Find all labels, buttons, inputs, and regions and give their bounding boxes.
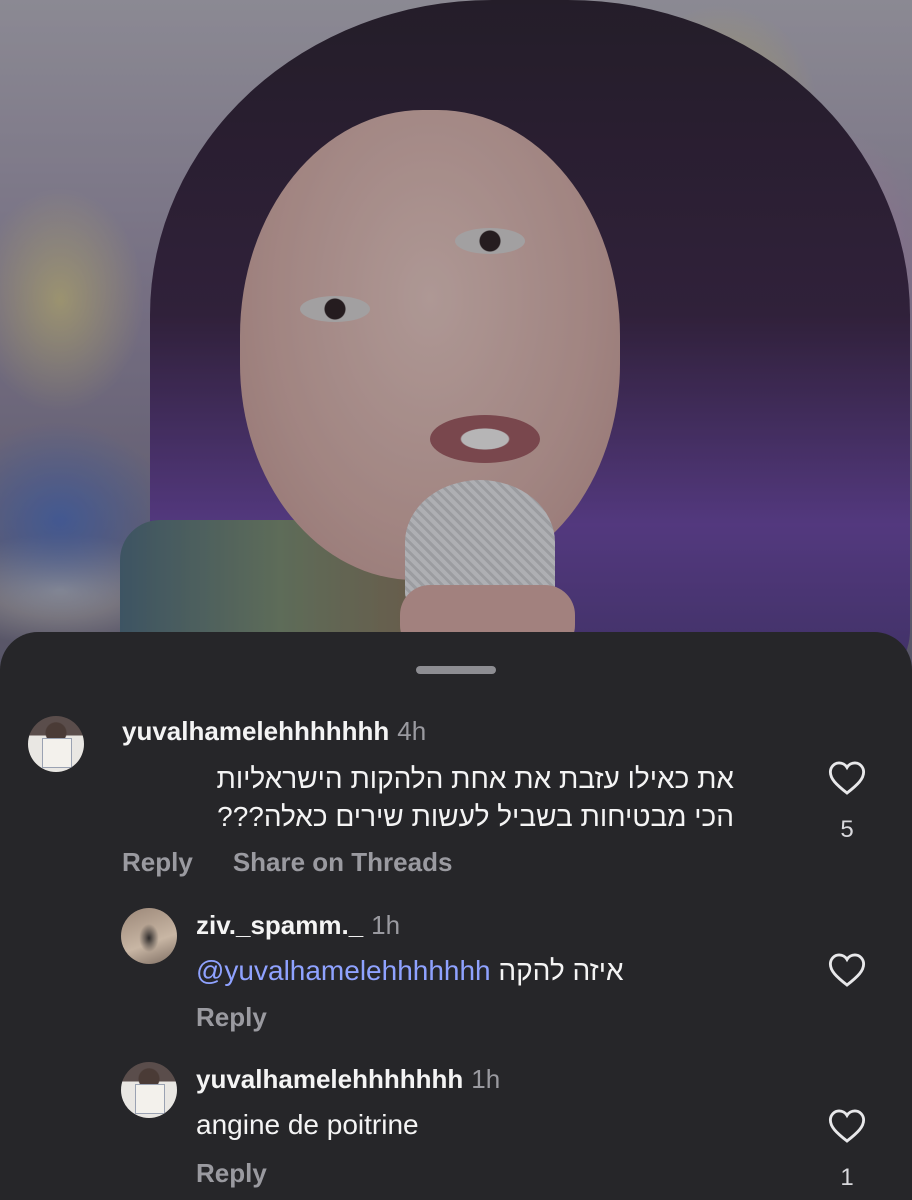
heart-outline-icon[interactable] (828, 760, 866, 796)
comment-username[interactable]: ziv._spamm._ 1h (196, 910, 400, 941)
comment-text: angine de poitrine (196, 1109, 419, 1140)
comment-text-line-1: את כאילו עזבת את אחת הלהקות הישראליות (216, 763, 735, 794)
mention-link[interactable]: @yuvalhamelehhhhhhh (196, 955, 491, 986)
heart-outline-icon[interactable] (828, 1108, 866, 1144)
video-dim-overlay (0, 0, 912, 680)
comments-sheet: yuvalhamelehhhhhhh 4h את כאילו עזבת את אח… (0, 632, 912, 1200)
avatar[interactable] (121, 908, 177, 964)
comment-text-line-2: הכי מבטיחות בשביל לעשות שירים כאלה??? (217, 801, 734, 832)
reply-button[interactable]: Reply (196, 1002, 267, 1032)
like-count: 1 (840, 1164, 854, 1191)
like-count: 5 (840, 816, 854, 843)
comment-time: 1h (371, 910, 401, 940)
comment-actions: Reply Share on Threads (122, 847, 492, 878)
sheet-drag-handle[interactable] (416, 666, 496, 674)
avatar-image (135, 1084, 165, 1114)
comment-username[interactable]: yuvalhamelehhhhhhh 4h (122, 716, 426, 747)
comment-time: 1h (471, 1064, 501, 1094)
reply-button[interactable]: Reply (122, 847, 193, 877)
comment-text-body: איזה להקה (498, 955, 624, 986)
comment-username[interactable]: yuvalhamelehhhhhhh 1h (196, 1064, 500, 1095)
username-text[interactable]: yuvalhamelehhhhhhh (122, 716, 389, 746)
heart-outline-icon[interactable] (828, 952, 866, 988)
reply-button[interactable]: Reply (196, 1158, 267, 1188)
username-text[interactable]: yuvalhamelehhhhhhh (196, 1064, 463, 1094)
avatar-image (42, 738, 72, 768)
comment-text: @yuvalhamelehhhhhhh איזה להקה (196, 952, 624, 990)
comment-actions: Reply (196, 1158, 307, 1189)
share-on-threads-button[interactable]: Share on Threads (233, 847, 453, 877)
video-frame[interactable] (0, 0, 912, 680)
avatar[interactable] (28, 716, 84, 772)
comment-actions: Reply (196, 1002, 307, 1033)
username-text[interactable]: ziv._spamm._ (196, 910, 363, 940)
avatar[interactable] (121, 1062, 177, 1118)
comment-time: 4h (397, 716, 427, 746)
